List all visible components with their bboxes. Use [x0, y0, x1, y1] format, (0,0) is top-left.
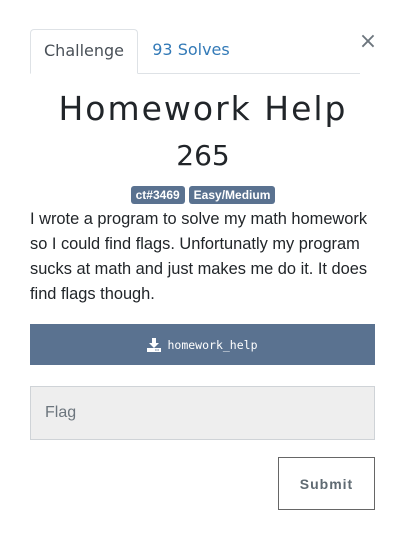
submit-button[interactable]: Submit — [278, 457, 375, 510]
download-file-label: homework_help — [167, 337, 258, 352]
download-icon — [147, 337, 162, 352]
challenge-tabs: Challenge 93 Solves — [30, 29, 360, 74]
download-file-button[interactable]: homework_help — [30, 324, 375, 365]
challenge-modal: Challenge 93 Solves × Homework Help 265 … — [0, 0, 406, 557]
close-icon[interactable]: × — [357, 30, 379, 54]
tag-badge: Easy/Medium — [188, 186, 276, 204]
challenge-description: I wrote a program to solve my math homew… — [30, 210, 368, 303]
challenge-tags: ct#3469 Easy/Medium — [0, 186, 406, 204]
tab-solves[interactable]: 93 Solves — [146, 29, 236, 73]
tab-challenge[interactable]: Challenge — [30, 29, 138, 74]
challenge-points: 265 — [176, 139, 230, 172]
challenge-title: Homework Help — [58, 89, 348, 128]
flag-input[interactable] — [30, 386, 375, 440]
tag-badge: ct#3469 — [130, 186, 185, 204]
